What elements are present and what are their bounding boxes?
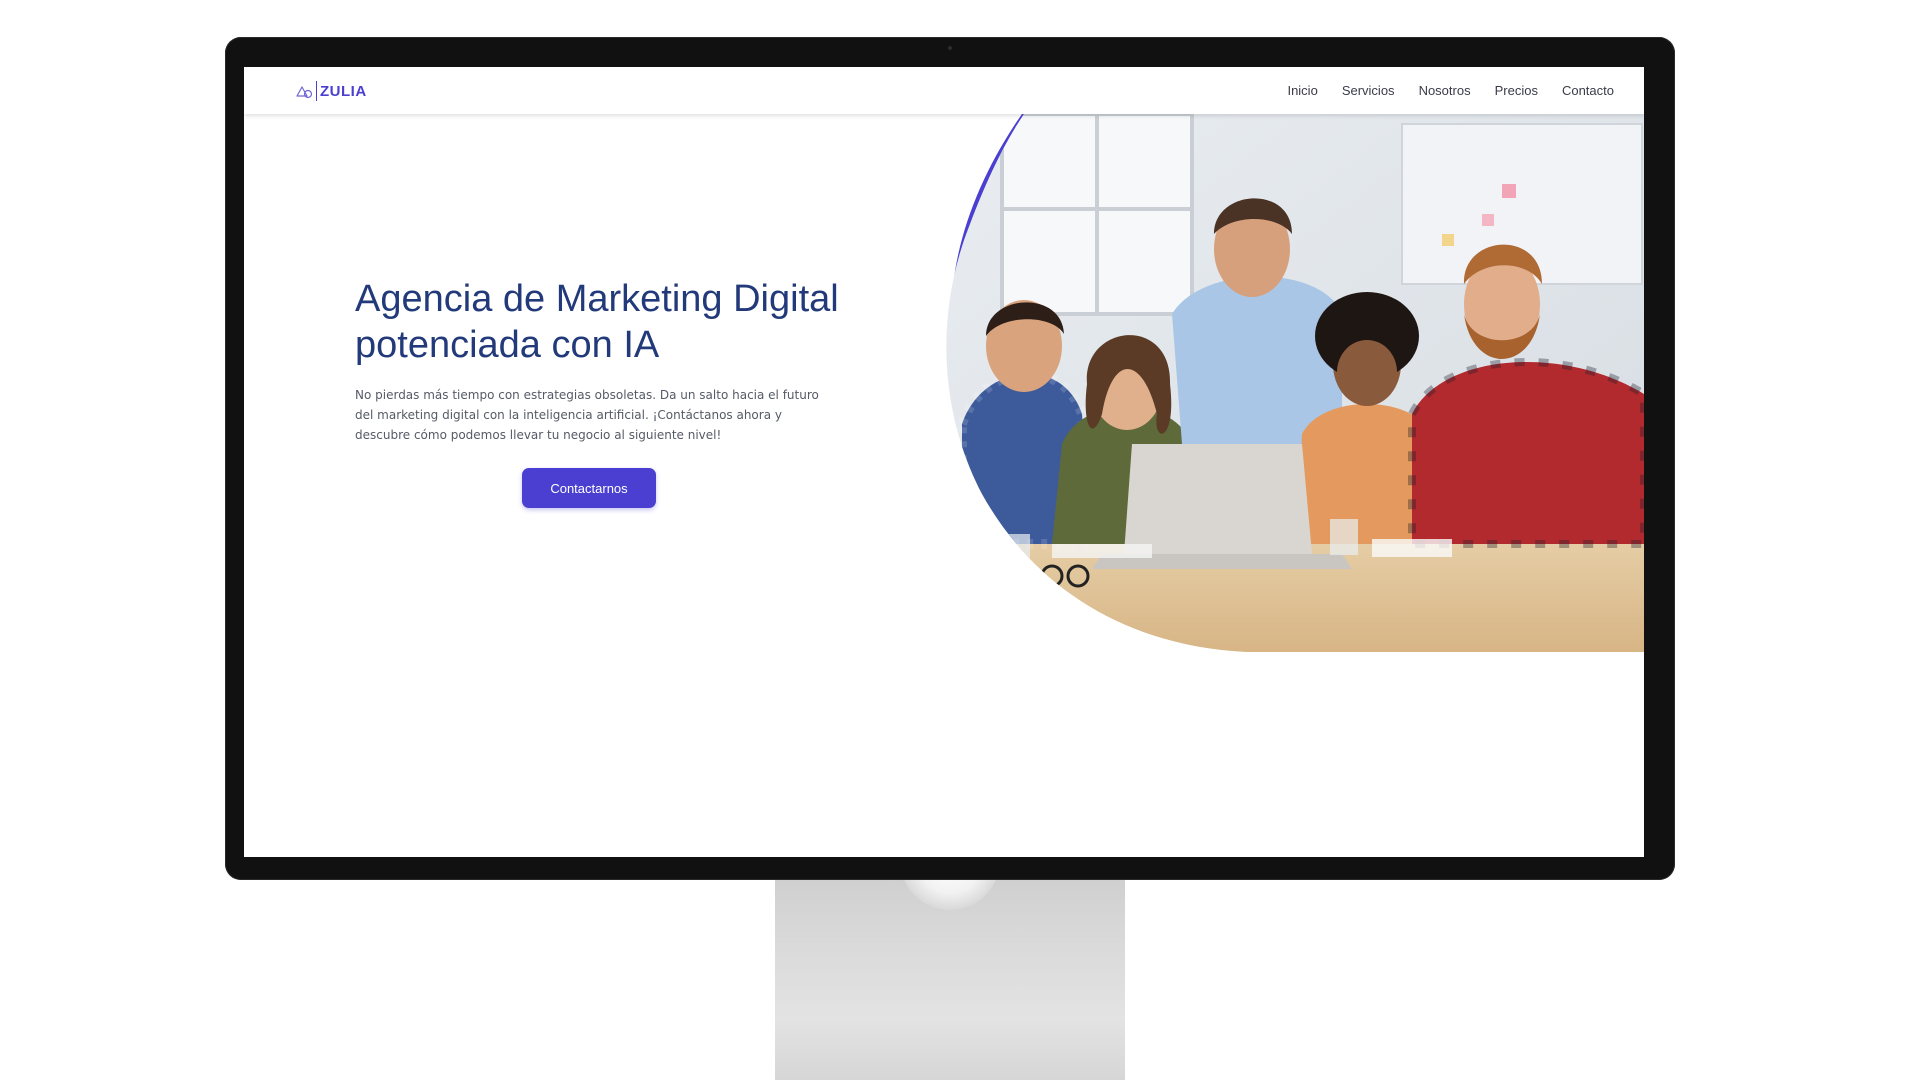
nav-item-nosotros[interactable]: Nosotros bbox=[1419, 83, 1471, 98]
team-working-at-laptop-photo bbox=[946, 114, 1644, 652]
website-screen: ZULIA Inicio Servicios Nosotros Precios … bbox=[244, 67, 1644, 857]
camera-icon bbox=[948, 46, 952, 50]
contact-button[interactable]: Contactarnos bbox=[522, 468, 656, 508]
nav-item-inicio[interactable]: Inicio bbox=[1287, 83, 1317, 98]
nav-item-precios[interactable]: Precios bbox=[1495, 83, 1538, 98]
nav-item-contacto[interactable]: Contacto bbox=[1562, 83, 1614, 98]
hero-image-area bbox=[942, 114, 1644, 652]
hero-title: Agencia de Marketing Digital potenciada … bbox=[355, 278, 839, 366]
logo[interactable]: ZULIA bbox=[295, 81, 367, 101]
logo-divider bbox=[316, 81, 317, 101]
site-header: ZULIA Inicio Servicios Nosotros Precios … bbox=[244, 67, 1644, 114]
monitor-mockup-scene: ZULIA Inicio Servicios Nosotros Precios … bbox=[0, 0, 1920, 1080]
main-nav: Inicio Servicios Nosotros Precios Contac… bbox=[1287, 67, 1614, 114]
nav-item-servicios[interactable]: Servicios bbox=[1342, 83, 1395, 98]
triangle-loop-logo-icon bbox=[296, 86, 313, 99]
logo-text: ZULIA bbox=[320, 82, 367, 100]
hero-image bbox=[946, 114, 1644, 652]
hero-description: No pierdas más tiempo con estrategias ob… bbox=[355, 388, 819, 442]
